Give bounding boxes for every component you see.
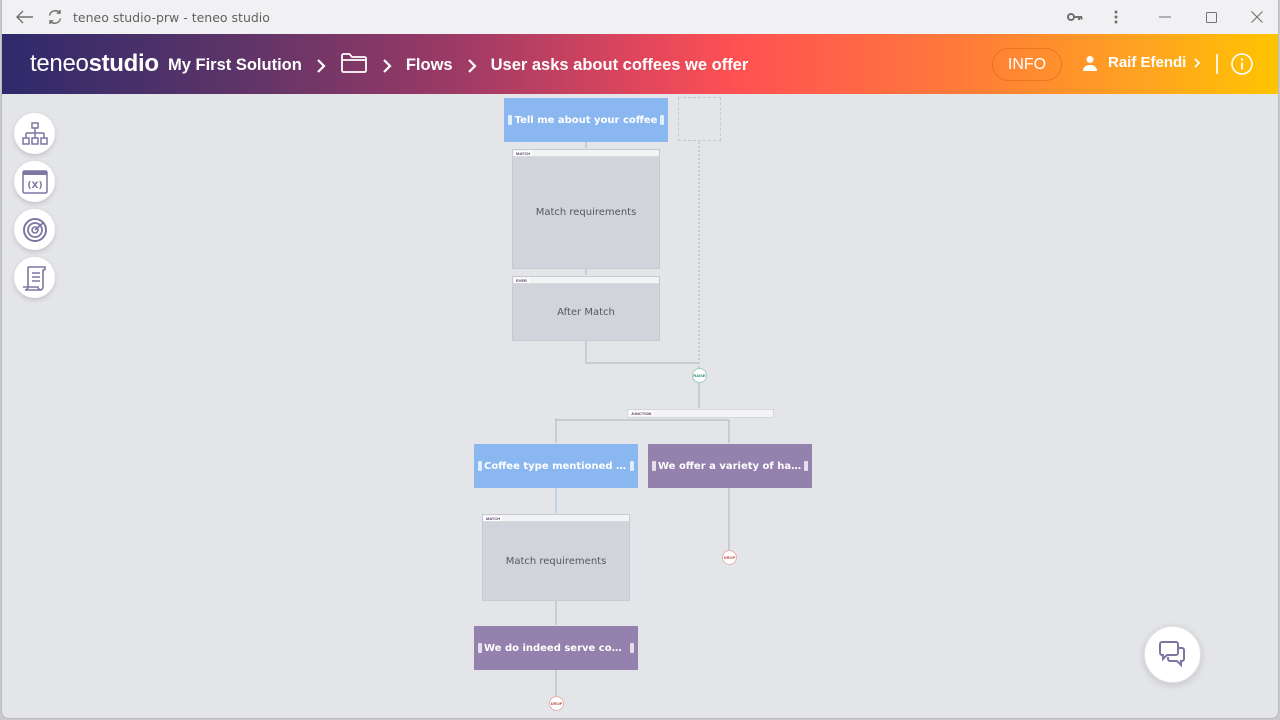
logo-light-text: teneo — [30, 50, 89, 77]
link-aftermatch-to-raise — [585, 341, 698, 364]
target-button[interactable] — [14, 209, 55, 250]
scroll-icon — [22, 265, 46, 291]
key-icon — [1067, 13, 1083, 21]
minimize-icon — [1159, 16, 1171, 18]
reload-icon — [48, 10, 62, 24]
reload-button[interactable] — [38, 0, 72, 34]
user-tag-icon — [508, 115, 512, 125]
variables-icon: (X) — [21, 169, 48, 194]
node-label: Coffee type mentioned and ser... — [484, 460, 638, 472]
app-window: teneo studio-prw - teneo studio teneostu… — [1, 0, 1279, 719]
trigger-node-main[interactable]: Tell me about your coffee — [504, 98, 668, 142]
breadcrumb: My First Solution Flows User asks about … — [168, 52, 748, 79]
bot-tag-icon — [478, 643, 482, 653]
breadcrumb-current-flow: User asks about coffees we offer — [490, 56, 749, 74]
junction-label: JUNCTION — [629, 411, 654, 416]
junction-node[interactable]: JUNCTION — [627, 409, 774, 418]
user-tag-icon — [478, 461, 482, 471]
box-header-label: MATCH — [484, 516, 503, 521]
maximize-button[interactable] — [1194, 0, 1228, 34]
close-icon — [1251, 11, 1263, 23]
header-divider — [1216, 54, 1218, 74]
chevron-right-icon — [1194, 57, 1201, 68]
box-label: Match requirements — [535, 207, 637, 218]
more-vertical-icon — [1114, 10, 1118, 24]
node-label: We offer a variety of handcraft... — [658, 460, 812, 472]
script-button[interactable] — [14, 257, 55, 298]
flow-structure-button[interactable] — [14, 113, 55, 154]
match-box-1[interactable]: MATCH Match requirements — [512, 149, 660, 269]
box-header: MATCH — [483, 515, 629, 522]
arrow-left-icon — [16, 10, 33, 24]
box-label: Match requirements — [505, 555, 607, 567]
hierarchy-icon — [21, 121, 48, 145]
link-junction-split — [555, 418, 730, 443]
chevron-right-icon — [382, 58, 392, 74]
maximize-icon — [1205, 11, 1217, 23]
svg-text:(X): (X) — [27, 181, 42, 191]
window-title: teneo studio-prw - teneo studio — [73, 10, 270, 25]
user-tag-icon — [630, 461, 634, 471]
box-header-label: MATCH — [514, 151, 533, 156]
user-tag-icon — [660, 115, 664, 125]
drop-node-1[interactable]: DROP — [722, 550, 737, 565]
box-label: After Match — [557, 306, 615, 318]
box-header: EVER — [513, 277, 659, 284]
bot-tag-icon — [652, 461, 656, 471]
box-header-label: EVER — [514, 278, 529, 283]
target-icon — [22, 217, 47, 242]
key-button[interactable] — [1058, 0, 1092, 34]
breadcrumb-solution[interactable]: My First Solution — [168, 56, 302, 75]
add-node-placeholder[interactable] — [678, 97, 721, 141]
match-box-2[interactable]: MATCH Match requirements — [482, 514, 630, 601]
node-label: Tell me about your coffee — [514, 114, 658, 126]
after-match-box[interactable]: EVER After Match — [512, 276, 660, 341]
bot-tag-icon — [804, 461, 808, 471]
breadcrumb-flows[interactable]: Flows — [406, 56, 453, 75]
chat-bubbles-icon — [1158, 640, 1185, 667]
logo-bold-text: studio — [88, 50, 160, 77]
chevron-right-icon — [467, 58, 477, 74]
box-header: MATCH — [513, 150, 659, 157]
info-circle-icon — [1231, 53, 1253, 75]
browser-title-bar: teneo studio-prw - teneo studio — [2, 0, 1278, 34]
output-node-variety[interactable]: We offer a variety of handcraft... — [648, 444, 812, 488]
chat-button[interactable] — [1144, 626, 1201, 683]
output-node-serve[interactable]: We do indeed serve coffee type! — [474, 626, 638, 670]
raise-node[interactable]: RAISE — [692, 368, 707, 383]
menu-button[interactable] — [1099, 0, 1133, 34]
close-window-button[interactable] — [1240, 0, 1274, 34]
minimize-button[interactable] — [1148, 0, 1182, 34]
teneo-studio-logo[interactable]: teneostudio — [30, 50, 159, 78]
node-label: We do indeed serve coffee type! — [484, 642, 638, 654]
app-header: teneostudio My First Solution Flows User… — [2, 34, 1278, 94]
breadcrumb-folder[interactable] — [340, 52, 368, 79]
variables-button[interactable]: (X) — [14, 161, 55, 202]
folder-icon — [340, 53, 367, 73]
drop-node-2[interactable]: DROP — [549, 696, 564, 711]
user-icon — [1083, 55, 1097, 71]
trigger-node-coffee-type[interactable]: Coffee type mentioned and ser... — [474, 444, 638, 488]
user-menu[interactable]: Raif Efendi — [1082, 54, 1201, 71]
user-name: Raif Efendi — [1108, 54, 1187, 71]
chevron-right-icon — [316, 58, 326, 74]
bot-tag-icon — [630, 643, 634, 653]
info-button[interactable]: INFO — [992, 48, 1062, 81]
help-button[interactable] — [1231, 53, 1253, 80]
back-button[interactable] — [8, 0, 42, 34]
